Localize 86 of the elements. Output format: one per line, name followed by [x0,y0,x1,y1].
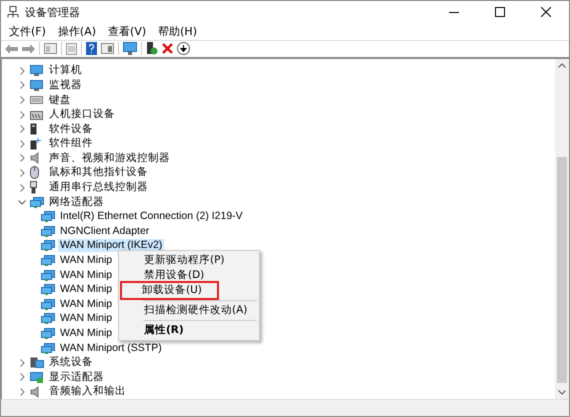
maximize-icon [495,7,505,17]
forward-icon[interactable] [22,44,35,54]
component-icon [30,138,41,150]
network-icon [41,226,55,237]
system-icon [30,357,44,368]
tree-item[interactable]: 通用串行总线控制器 [47,181,150,194]
expand-chevron-icon[interactable] [20,110,24,119]
expand-chevron-icon[interactable] [20,373,24,382]
tree-item[interactable]: Intel(R) Ethernet Connection (2) I219-V [58,210,245,224]
menu-item[interactable]: 帮助(H) [152,24,203,39]
scroll-up-icon[interactable] [558,62,566,68]
back-icon[interactable] [5,44,18,54]
network-icon [41,342,55,354]
collapse-chevron-icon[interactable] [18,200,26,205]
tree-item[interactable]: WAN Miniport (IKEv2) [58,239,164,252]
download-icon[interactable] [177,42,190,56]
scrollbar-thumb[interactable] [557,156,567,384]
tree-item[interactable]: 软件组件 [47,137,95,150]
menu-item[interactable]: 禁用设备(D) [122,268,256,283]
tree-item[interactable]: 软件设备 [47,122,95,136]
menu-item[interactable]: 属性(R) [122,323,256,338]
menu-item[interactable]: 文件(F) [3,24,52,39]
network-icon [41,270,55,281]
network-icon [41,240,55,252]
tree-item[interactable]: WAN Minip [58,268,114,282]
menu-item[interactable]: 卸载设备(U) [122,283,217,298]
sheet-icon[interactable] [66,42,77,55]
properties-panel-icon[interactable] [44,43,57,54]
menu-item[interactable]: 扫描检测硬件改动(A) [122,303,256,318]
network-icon [41,284,55,296]
usb-plug-icon [30,181,37,194]
menu-item[interactable]: 更新驱动程序(P) [122,253,256,268]
tree-item[interactable]: 网络适配器 [47,196,106,209]
tree-item[interactable]: WAN Minip [58,298,114,311]
device-icon [30,123,37,136]
mouse-icon [30,166,39,180]
tree-item[interactable]: 人机接口设备 [47,108,117,122]
tree-item[interactable]: 监视器 [47,78,84,92]
tree-item[interactable]: 计算机 [47,64,84,78]
input-device-icon [30,109,43,120]
tree-item[interactable]: 显示适配器 [47,370,106,384]
panel-icon[interactable] [101,43,114,54]
network-icon [41,313,55,324]
tree-item[interactable]: 声音、视频和游戏控制器 [47,152,172,165]
speaker-icon [30,152,39,164]
display-adapter-icon [30,372,44,383]
network-icon [41,298,55,310]
expand-chevron-icon[interactable] [20,358,24,367]
tree-item[interactable]: WAN Minip [58,254,114,268]
keyboard-icon [30,96,43,104]
tree-item[interactable]: WAN Miniport (SSTP) [58,342,164,355]
expand-chevron-icon[interactable] [20,140,24,148]
monitor-icon [30,80,43,91]
app-icon [7,6,19,18]
speaker-icon [30,386,39,398]
monitor-icon [30,65,43,76]
help-icon[interactable] [86,42,97,56]
expand-chevron-icon[interactable] [20,168,24,177]
tree-item[interactable]: 系统设备 [47,356,95,370]
network-icon [30,196,44,208]
menu-item[interactable]: 查看(V) [102,24,152,39]
expand-chevron-icon[interactable] [20,66,24,75]
tree-item[interactable]: 鼠标和其他指针设备 [47,166,150,180]
window-title: 设备管理器 [25,4,80,20]
expand-chevron-icon[interactable] [20,388,24,396]
scrollbar[interactable] [555,58,569,400]
expand-chevron-icon[interactable] [20,125,24,134]
expand-chevron-icon[interactable] [20,154,24,162]
tree-item[interactable]: 音频输入和输出 [47,385,128,398]
expand-chevron-icon[interactable] [20,81,24,90]
menu-item[interactable]: 操作(A) [52,24,102,39]
tree-item[interactable]: 键盘 [47,94,73,107]
add-device-icon[interactable] [146,42,158,56]
scroll-down-icon[interactable] [558,390,566,396]
close-icon [541,7,551,17]
network-icon [41,328,55,340]
network-icon [41,211,55,222]
expand-chevron-icon[interactable] [20,96,24,104]
tree-item[interactable]: WAN Minip [58,327,114,340]
tree-item[interactable]: WAN Minip [58,283,114,296]
delete-icon[interactable] [162,43,173,54]
monitor-icon[interactable] [123,42,137,56]
network-icon [41,255,55,266]
expand-chevron-icon[interactable] [20,184,24,192]
tree-item[interactable]: WAN Minip [58,312,114,326]
tree-item[interactable]: NGNClient Adapter [58,224,152,238]
